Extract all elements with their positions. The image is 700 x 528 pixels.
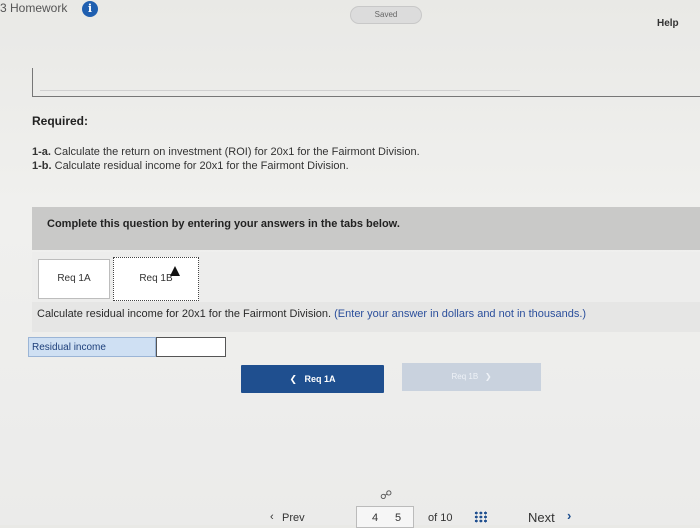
next-page-link[interactable]: Next bbox=[528, 510, 555, 525]
residual-income-input[interactable] bbox=[156, 337, 226, 357]
page-number-5[interactable]: 5 bbox=[395, 512, 401, 524]
chevron-left-icon: ‹ bbox=[270, 511, 274, 523]
question-text: Calculate residual income for 20x1 for t… bbox=[37, 308, 586, 320]
chevron-right-icon: › bbox=[567, 508, 572, 523]
requirement-1b-text: Calculate residual income for 20x1 for t… bbox=[54, 160, 349, 172]
grid-icon[interactable] bbox=[474, 511, 488, 523]
requirement-1a: 1-a. Calculate the return on investment … bbox=[32, 146, 420, 158]
info-icon[interactable]: i bbox=[82, 1, 98, 17]
tab-req-1b[interactable]: Req 1B bbox=[113, 257, 199, 301]
mouse-cursor-icon bbox=[170, 266, 180, 276]
page-count: of 10 bbox=[428, 512, 453, 524]
chevron-left-icon: ❮ bbox=[289, 374, 297, 384]
question-main-text: Calculate residual income for 20x1 for t… bbox=[37, 308, 332, 320]
required-heading: Required: bbox=[32, 114, 89, 128]
prev-req-button[interactable]: ❮ Req 1A bbox=[241, 365, 384, 393]
saved-status-badge: Saved bbox=[350, 6, 422, 24]
answer-label: Residual income bbox=[28, 337, 156, 357]
next-req-label: Req 1B bbox=[451, 372, 479, 381]
help-link[interactable]: Help bbox=[657, 18, 679, 29]
requirement-1b: 1-b. Calculate residual income for 20x1 … bbox=[32, 160, 349, 172]
instructions-text: Complete this question by entering your … bbox=[47, 218, 400, 230]
prev-req-label: Req 1A bbox=[304, 374, 336, 384]
page-number-4[interactable]: 4 bbox=[372, 512, 378, 524]
question-note: (Enter your answer in dollars and not in… bbox=[334, 308, 587, 320]
assignment-title: 3 Homework bbox=[0, 1, 68, 15]
requirement-1a-text: Calculate the return on investment (ROI)… bbox=[54, 146, 420, 158]
previous-answer-underline bbox=[40, 70, 520, 91]
link-icon: ☍ bbox=[380, 488, 393, 502]
next-req-button[interactable]: Req 1B ❯ bbox=[402, 363, 541, 391]
requirement-1a-id: 1-a. bbox=[32, 146, 51, 158]
prev-page-link[interactable]: Prev bbox=[282, 512, 305, 524]
requirement-1b-id: 1-b. bbox=[32, 160, 52, 172]
tab-req-1a[interactable]: Req 1A bbox=[38, 259, 110, 299]
chevron-right-icon: ❯ bbox=[484, 372, 492, 381]
